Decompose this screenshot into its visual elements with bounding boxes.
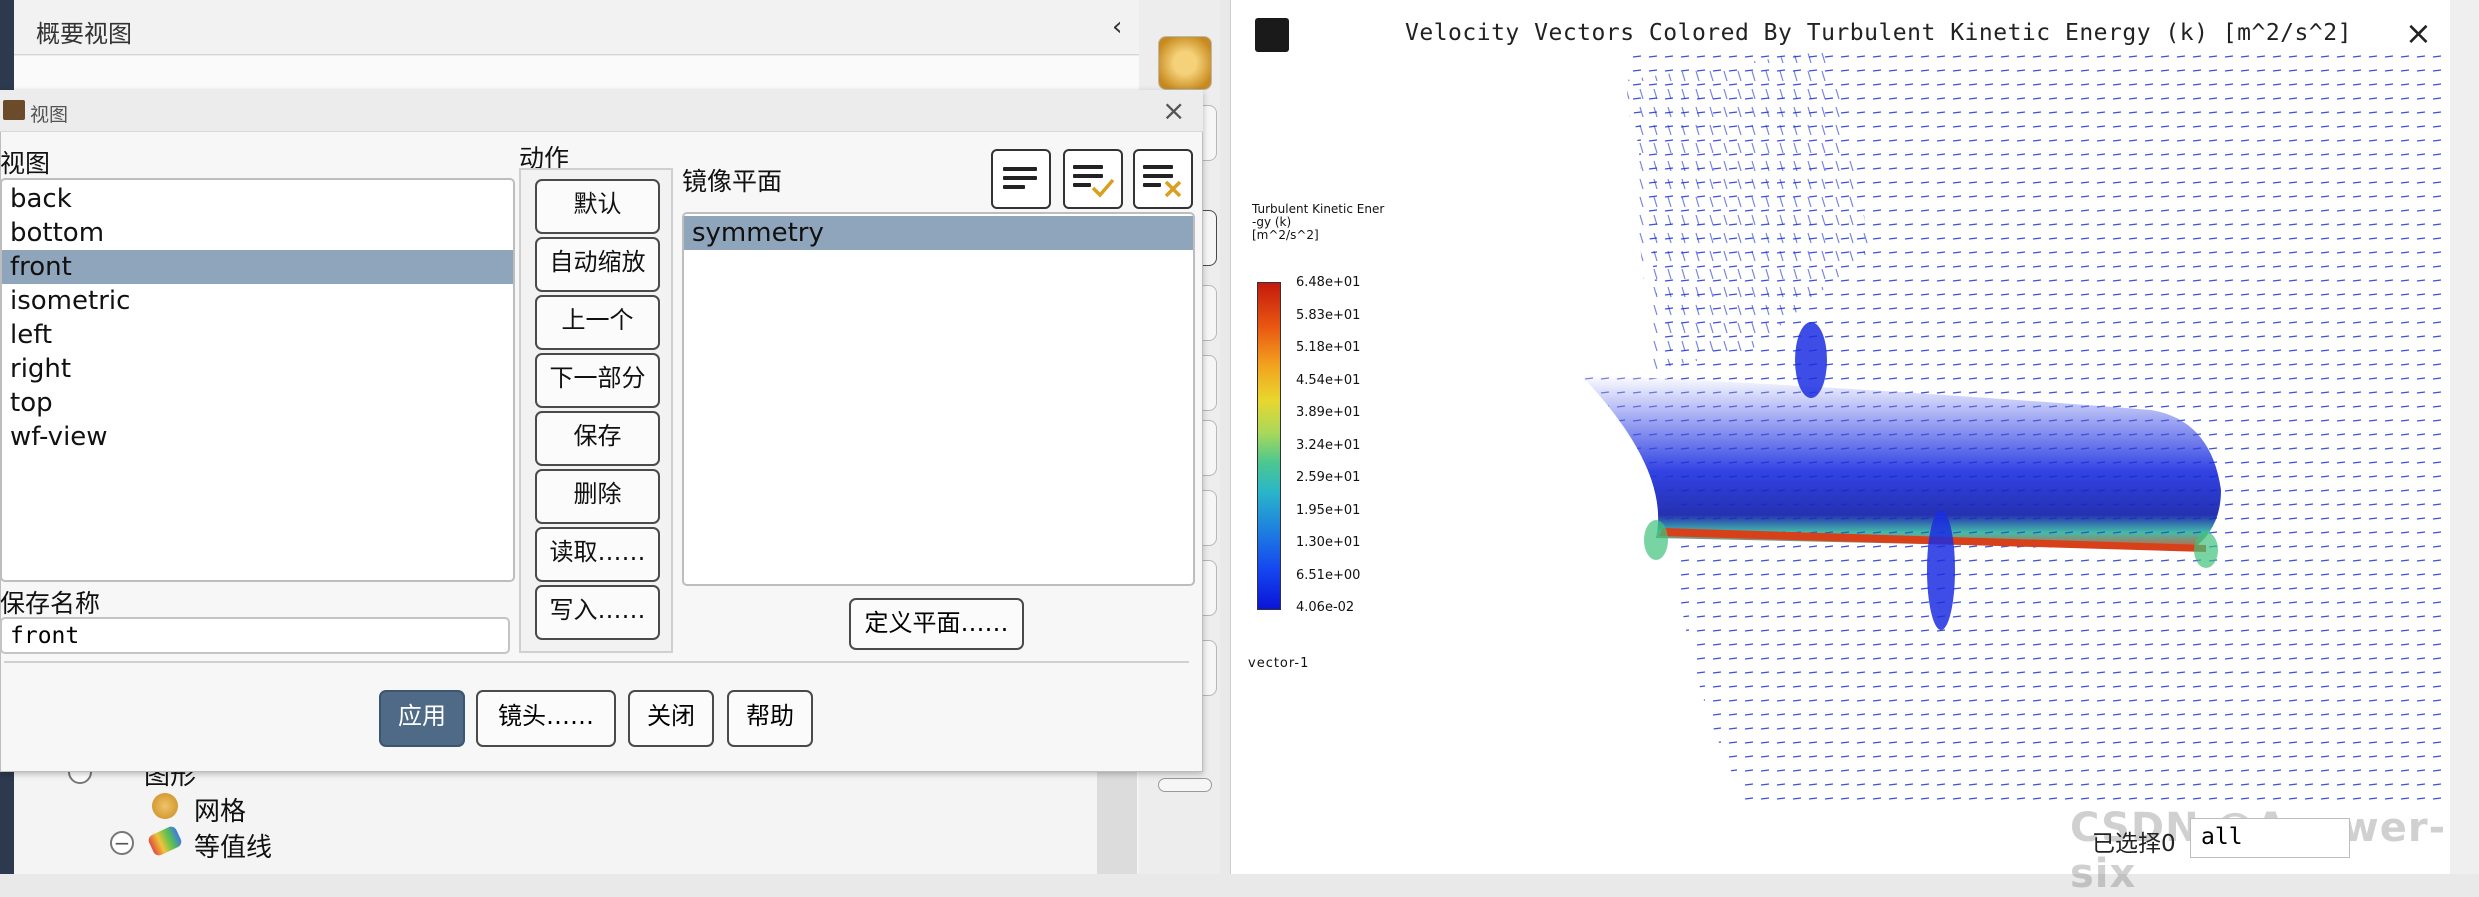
dialog-titlebar[interactable]: [0, 90, 1203, 132]
colormap-label: 4.06e-02: [1296, 600, 1355, 615]
list-item[interactable]: back: [2, 182, 513, 216]
list-item[interactable]: isometric: [2, 284, 513, 318]
close-button[interactable]: 关闭: [628, 690, 714, 747]
tree-item-contours[interactable]: 等值线: [194, 827, 272, 864]
apply-button[interactable]: 应用: [379, 690, 465, 747]
save-name-input[interactable]: front: [0, 617, 510, 654]
deselect-all-icon[interactable]: [1133, 149, 1193, 209]
tree-item-mesh[interactable]: 网格: [194, 791, 246, 828]
selection-status: 已选择0: [2092, 831, 2176, 857]
select-checked-icon[interactable]: [1063, 149, 1123, 209]
save-button[interactable]: 保存: [535, 411, 660, 466]
right-toolbar: [2450, 0, 2479, 874]
list-item[interactable]: wf-view: [2, 420, 513, 454]
mesh-display-icon[interactable]: [1158, 36, 1212, 90]
list-item-selected[interactable]: symmetry: [684, 216, 1193, 250]
overview-title: 概要视图: [36, 20, 132, 48]
graphics-close-icon[interactable]: ×: [2405, 14, 2432, 52]
overview-header: [14, 0, 1139, 55]
fluent-logo-icon: [1255, 18, 1289, 52]
colormap-label: 4.54e+01: [1296, 373, 1361, 388]
colormap-label: 1.30e+01: [1296, 535, 1361, 550]
auto-scale-button[interactable]: 自动缩放: [535, 237, 660, 292]
dialog-divider: [4, 661, 1189, 663]
select-all-icon[interactable]: [991, 149, 1051, 209]
mesh-icon: [152, 793, 178, 819]
collapse-icon[interactable]: ‹: [1112, 12, 1122, 42]
tree-collapse-icon[interactable]: −: [110, 831, 134, 855]
list-item-selected[interactable]: front: [2, 250, 513, 284]
camera-button[interactable]: 镜头……: [476, 690, 616, 747]
dialog-close-icon[interactable]: ×: [1162, 94, 1185, 127]
colormap-title: Turbulent Kinetic Ener -gy (k) [m^2/s^2]: [1252, 202, 1385, 242]
default-button[interactable]: 默认: [535, 179, 660, 234]
colormap-label: 6.51e+00: [1296, 568, 1361, 583]
mirror-planes-label: 镜像平面: [682, 167, 783, 196]
write-button[interactable]: 写入……: [535, 585, 660, 640]
save-name-label: 保存名称: [0, 589, 101, 618]
tree-scrollbar[interactable]: [1097, 770, 1137, 874]
next-part-button[interactable]: 下一部分: [535, 353, 660, 408]
vector-name-label: vector-1: [1248, 656, 1310, 671]
colormap-label: 1.95e+01: [1296, 503, 1361, 518]
colormap-label: 5.83e+01: [1296, 308, 1361, 323]
views-list[interactable]: back bottom front isometric left right t…: [0, 178, 515, 582]
list-item[interactable]: left: [2, 318, 513, 352]
tool-scroll-handle[interactable]: [1158, 778, 1212, 792]
define-plane-button[interactable]: 定义平面……: [849, 598, 1024, 650]
colormap-label: 3.89e+01: [1296, 405, 1361, 420]
colormap-label: 3.24e+01: [1296, 438, 1361, 453]
list-item[interactable]: top: [2, 386, 513, 420]
delete-button[interactable]: 删除: [535, 469, 660, 524]
colormap-bar: [1257, 282, 1281, 610]
read-button[interactable]: 读取……: [535, 527, 660, 582]
graphics-title: Velocity Vectors Colored By Turbulent Ki…: [1405, 20, 2352, 46]
views-label: 视图: [0, 149, 51, 178]
help-button[interactable]: 帮助: [727, 690, 813, 747]
colormap-label: 2.59e+01: [1296, 470, 1361, 485]
list-item[interactable]: right: [2, 352, 513, 386]
mirror-planes-list[interactable]: symmetry: [682, 212, 1195, 586]
dialog-title: 视图: [30, 104, 69, 126]
colormap-label: 5.18e+01: [1296, 340, 1361, 355]
list-item[interactable]: bottom: [2, 216, 513, 250]
app-icon: [3, 100, 25, 120]
colormap-label: 6.48e+01: [1296, 275, 1361, 290]
filter-field[interactable]: all: [2190, 818, 2350, 858]
vector-field-plot: [1581, 50, 2446, 810]
previous-button[interactable]: 上一个: [535, 295, 660, 350]
